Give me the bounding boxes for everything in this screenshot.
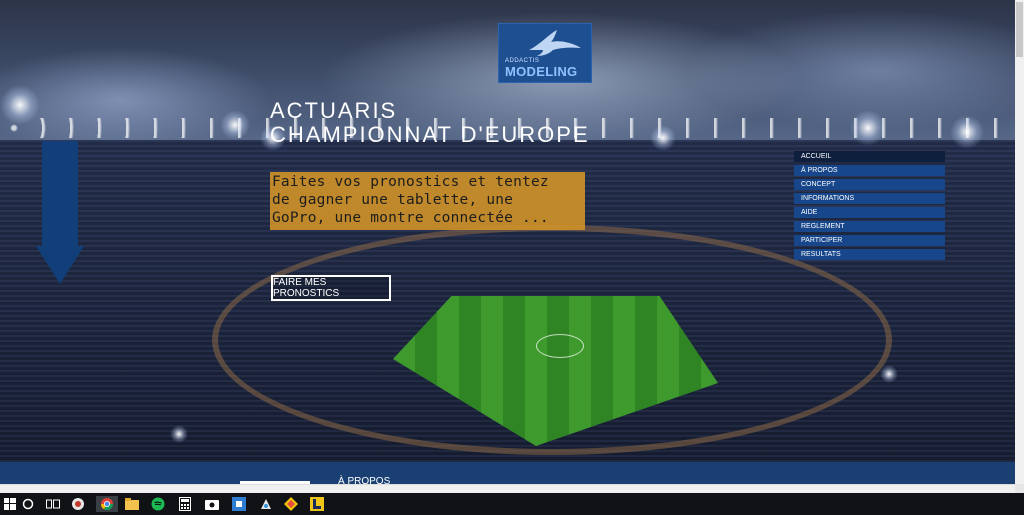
camera-icon[interactable] bbox=[204, 496, 220, 512]
floodlight-flare bbox=[650, 125, 676, 151]
main-menu: ACCUEIL À PROPOS CONCEPT INFORMATIONS AI… bbox=[794, 151, 945, 263]
search-circle-icon[interactable] bbox=[20, 496, 36, 512]
menu-item-reglement[interactable]: REGLEMENT bbox=[794, 221, 945, 232]
menu-item-concept[interactable]: CONCEPT bbox=[794, 179, 945, 190]
floodlight-flare bbox=[950, 115, 984, 149]
floodlight-flare bbox=[850, 110, 886, 146]
vertical-scrollbar[interactable] bbox=[1015, 0, 1024, 487]
hero-title-line1: ACTUARIS bbox=[270, 98, 398, 123]
pitch-center-circle bbox=[536, 334, 584, 358]
vertical-scroll-thumb[interactable] bbox=[1016, 2, 1023, 57]
app-square-icon[interactable] bbox=[231, 496, 247, 512]
app-icon[interactable] bbox=[70, 496, 86, 512]
promo-text-line: de gagner une tablette, une bbox=[272, 192, 514, 208]
make-predictions-button[interactable]: FAIRE MES PRONOSTICS bbox=[271, 275, 391, 301]
promo-text-line: GoPro, une montre connectée ... bbox=[272, 210, 549, 226]
bird-logo-icon bbox=[529, 30, 581, 56]
promo-text-box: Faites vos pronostics et tentez de gagne… bbox=[270, 172, 585, 230]
pinned-app-icon[interactable] bbox=[283, 496, 299, 512]
menu-item-resultats[interactable]: RESULTATS bbox=[794, 249, 945, 260]
floodlight-flare bbox=[880, 365, 898, 383]
menu-item-a-propos[interactable]: À PROPOS bbox=[794, 165, 945, 176]
spotify-icon[interactable] bbox=[150, 496, 166, 512]
calculator-icon[interactable] bbox=[177, 496, 193, 512]
paint-icon[interactable] bbox=[258, 496, 274, 512]
floodlight-flare bbox=[0, 85, 40, 125]
logo-brand-text: MODELING bbox=[505, 64, 578, 79]
windows-start-icon[interactable] bbox=[2, 496, 18, 512]
menu-item-informations[interactable]: INFORMATIONS bbox=[794, 193, 945, 204]
addactis-modeling-logo[interactable]: ADDACTIS MODELING bbox=[498, 23, 592, 83]
scrollbar-corner bbox=[1015, 484, 1024, 493]
task-view-icon[interactable] bbox=[45, 496, 61, 512]
hero-title-line2: CHAMPIONNAT D'EUROPE bbox=[270, 122, 590, 147]
floodlight-flare bbox=[170, 425, 188, 443]
file-explorer-icon[interactable] bbox=[124, 496, 140, 512]
down-arrow-icon bbox=[36, 141, 84, 284]
menu-item-accueil[interactable]: ACCUEIL bbox=[794, 151, 945, 162]
chrome-icon[interactable] bbox=[96, 496, 118, 512]
floodlight-flare bbox=[220, 110, 250, 140]
menu-item-aide[interactable]: AIDE bbox=[794, 207, 945, 218]
windows-taskbar bbox=[0, 493, 1024, 515]
pinned-app-icon-2[interactable] bbox=[309, 496, 325, 512]
promo-text-line: Faites vos pronostics et tentez bbox=[272, 174, 549, 190]
menu-item-participer[interactable]: PARTICIPER bbox=[794, 235, 945, 246]
